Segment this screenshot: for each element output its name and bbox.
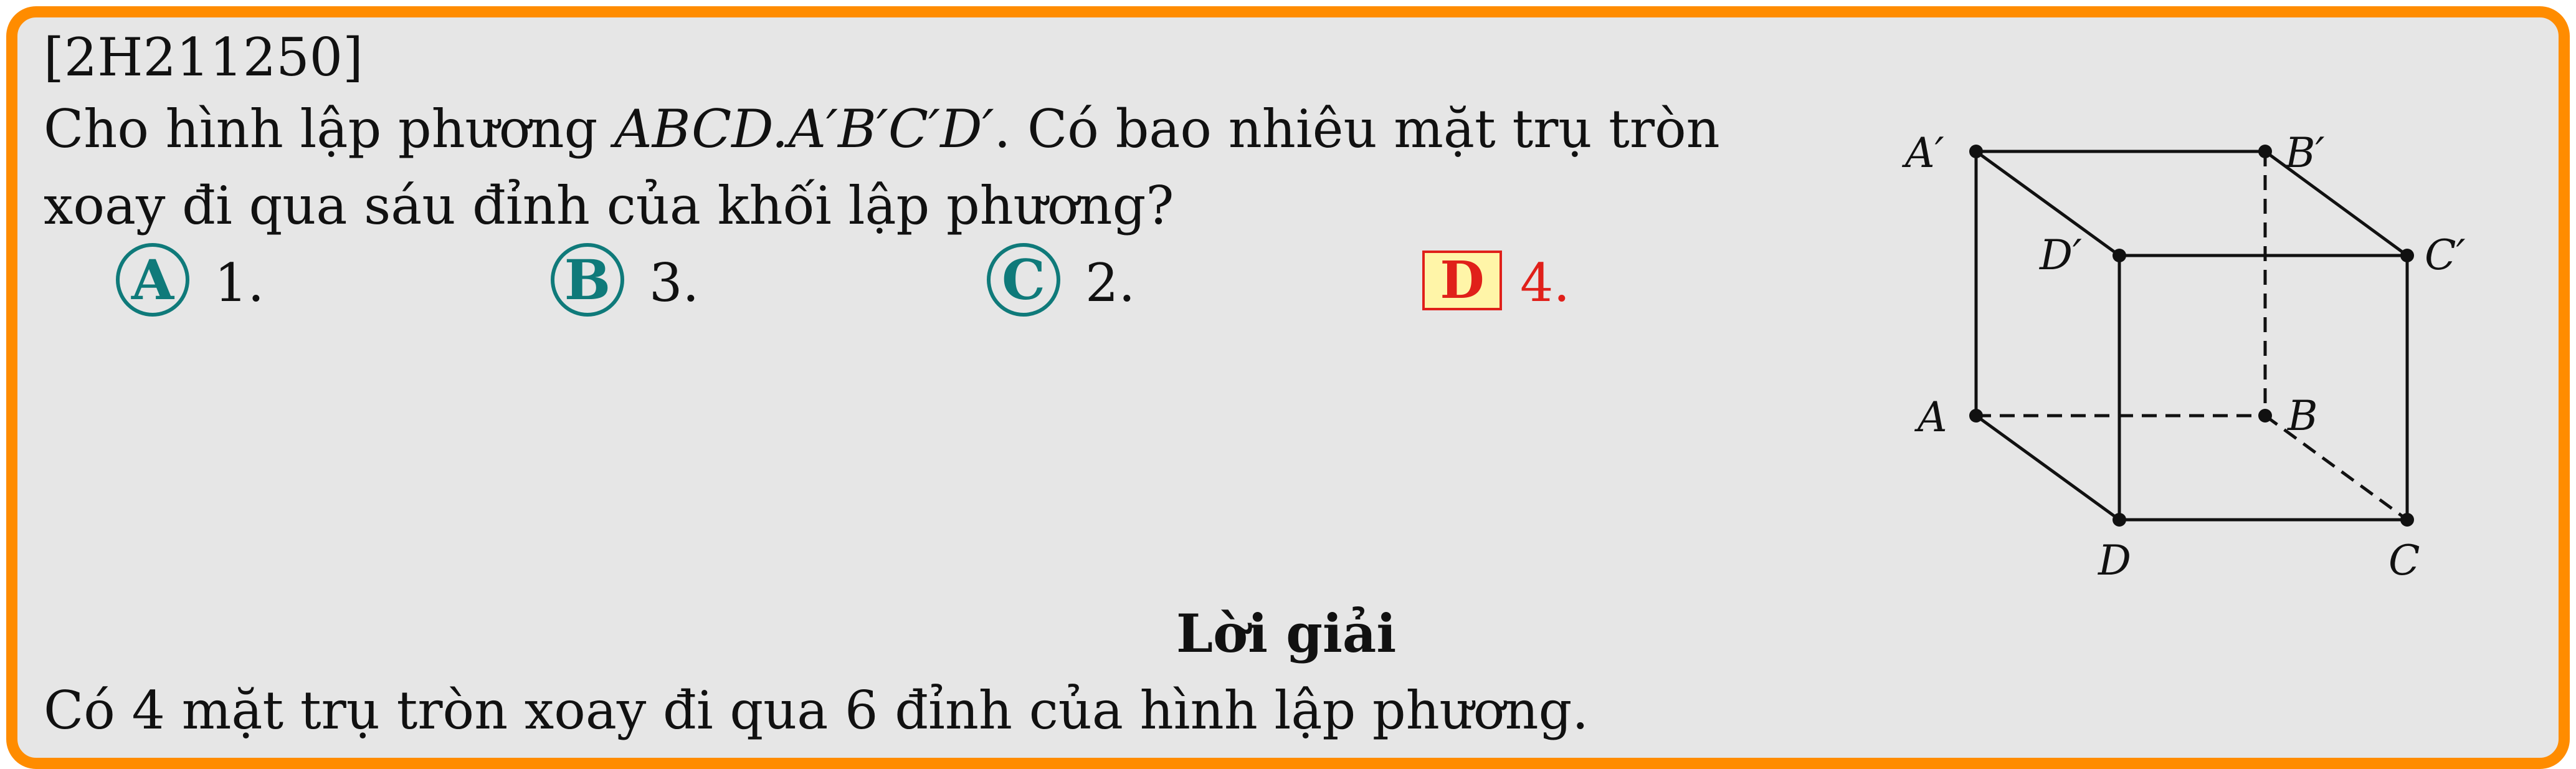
vertex-b (2258, 409, 2272, 423)
label-a1: A′ (1901, 129, 1944, 177)
label-b: B (2287, 392, 2318, 440)
vertex-c (2400, 513, 2414, 527)
label-b1: B′ (2284, 129, 2325, 177)
vertex-a1 (1969, 145, 1983, 158)
edge-ad (1975, 414, 2121, 522)
label-d1: D′ (2039, 231, 2082, 279)
edge-bc-hidden (2264, 414, 2408, 522)
vertex-d1 (2113, 249, 2126, 262)
label-c1: C′ (2425, 231, 2465, 279)
solution-heading: Lời giải (1176, 603, 1397, 664)
vertex-c1 (2400, 249, 2414, 262)
label-d: D (2098, 537, 2131, 585)
vertex-b1 (2258, 145, 2272, 158)
vertex-d (2113, 513, 2126, 527)
solution-text: Có 4 mặt trụ tròn xoay đi qua 6 đỉnh của… (44, 680, 1589, 741)
label-c: C (2388, 537, 2420, 585)
vertex-a (1969, 409, 1983, 423)
label-a: A (1914, 393, 1947, 441)
